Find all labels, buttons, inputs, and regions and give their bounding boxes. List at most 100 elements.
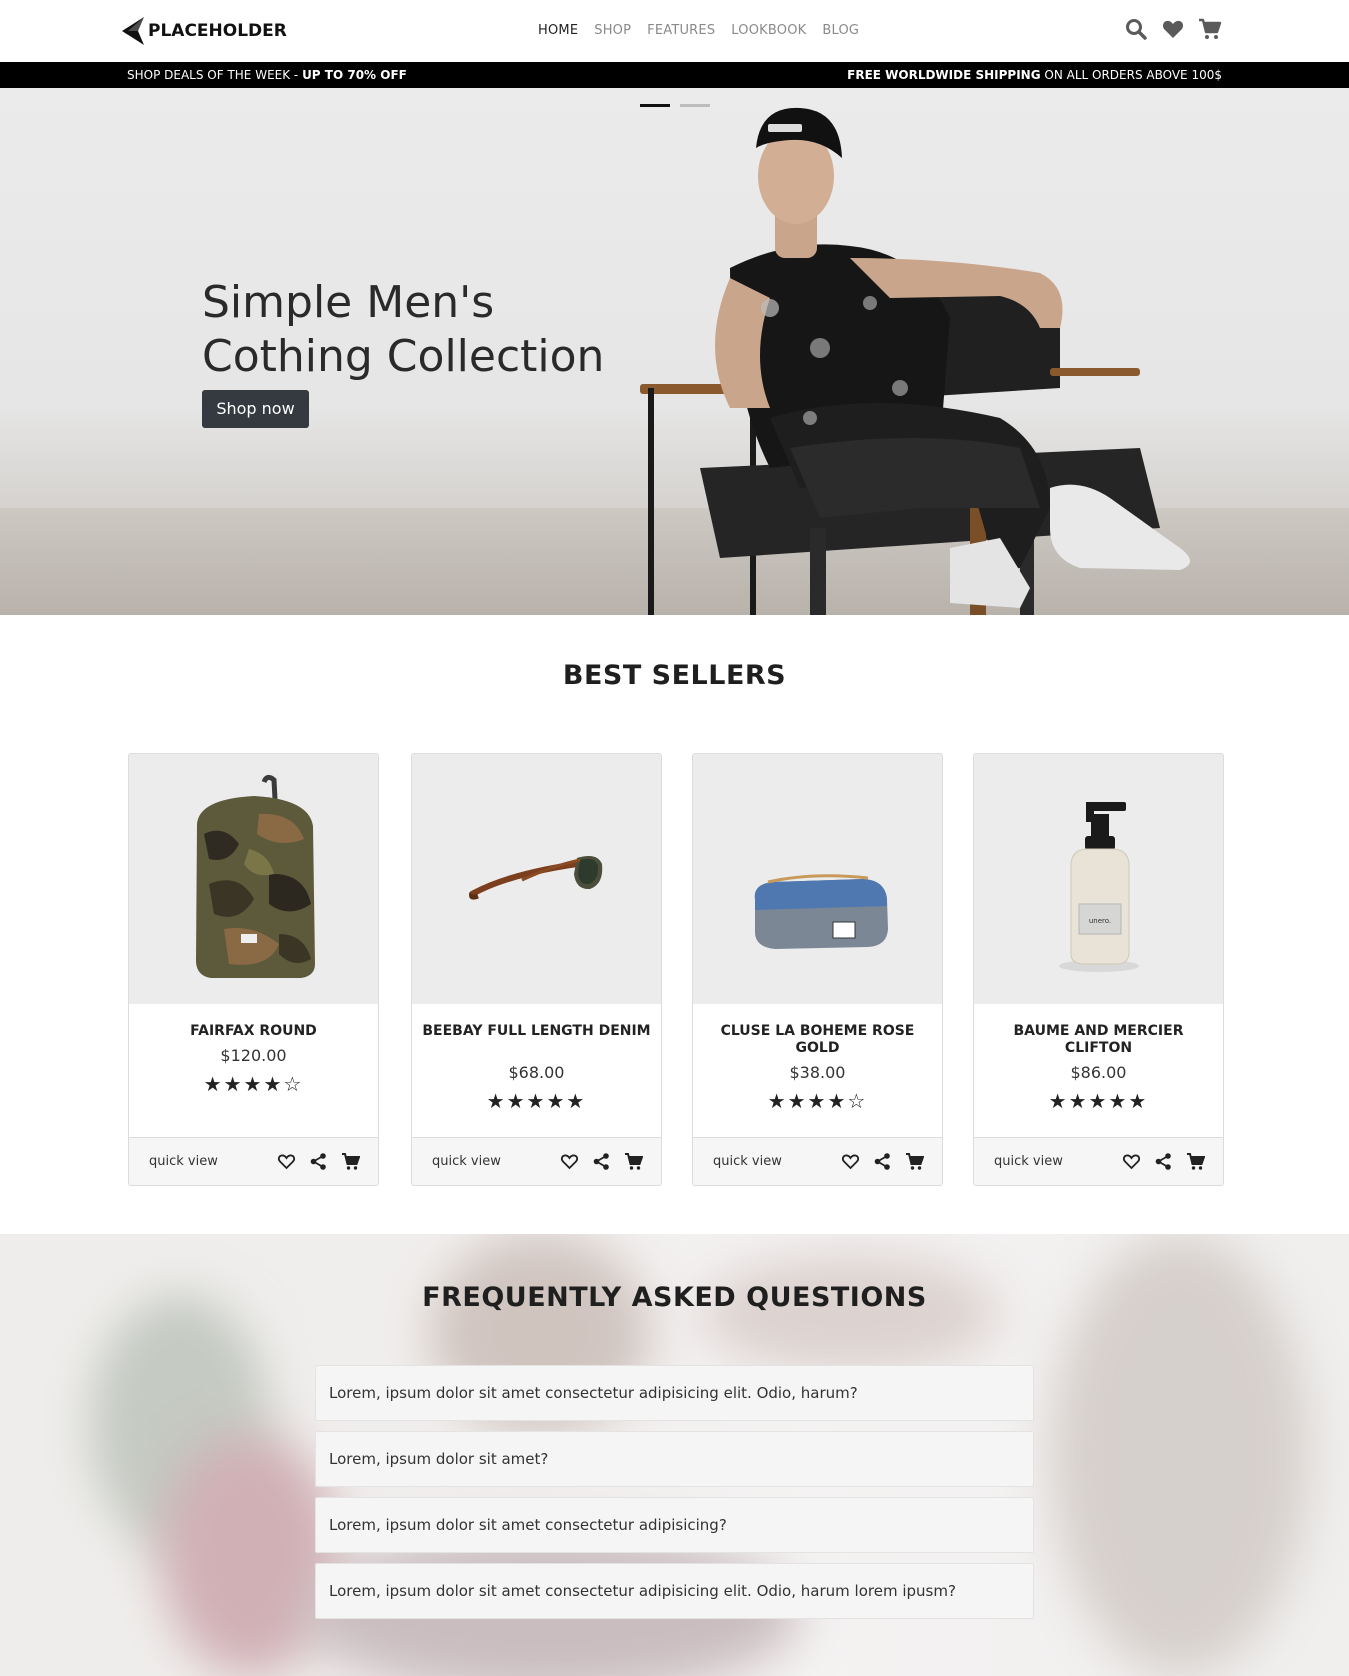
deals-bar: SHOP DEALS OF THE WEEK - UP TO 70% OFF F… (0, 62, 1349, 88)
quick-view-link[interactable]: quick view (994, 1154, 1063, 1169)
star-filled-icon: ★ (506, 1089, 527, 1113)
menu-item-home[interactable]: HOME (538, 23, 578, 38)
slider-indicators (640, 104, 710, 107)
wishlist-heart-icon[interactable] (841, 1152, 860, 1171)
menu-item-lookbook[interactable]: LOOKBOOK (731, 23, 806, 38)
search-icon[interactable] (1124, 17, 1148, 41)
wishlist-heart-icon[interactable] (560, 1152, 579, 1171)
slide-indicator-1[interactable] (640, 104, 670, 107)
quick-view-link[interactable]: quick view (149, 1154, 218, 1169)
product-image[interactable] (693, 754, 942, 1004)
logo-icon (122, 17, 144, 45)
star-filled-icon: ★ (566, 1089, 587, 1113)
quick-view-link[interactable]: quick view (713, 1154, 782, 1169)
add-to-cart-icon[interactable] (624, 1152, 644, 1171)
wishlist-heart-icon[interactable] (1122, 1152, 1141, 1171)
hero-title-line2: Cothing Collection (202, 331, 605, 382)
star-filled-icon: ★ (526, 1089, 547, 1113)
product-name[interactable]: BAUME AND MERCIER CLIFTON (984, 1023, 1213, 1057)
logo[interactable]: PLACEHOLDER (120, 14, 287, 48)
add-to-cart-icon[interactable] (905, 1152, 925, 1171)
soap-dispenser-icon: unero. (1059, 802, 1139, 972)
product-price: $68.00 (508, 1063, 565, 1082)
deals-left-text: SHOP DEALS OF THE WEEK - (127, 68, 303, 82)
faq-section: FREQUENTLY ASKED QUESTIONS Lorem, ipsum … (0, 1234, 1349, 1676)
add-to-cart-icon[interactable] (341, 1152, 361, 1171)
product-card-footer: quick view (412, 1137, 661, 1185)
menu-item-shop[interactable]: SHOP (594, 23, 631, 38)
sunglasses-icon (469, 856, 603, 900)
menu-item-blog[interactable]: BLOG (822, 23, 859, 38)
product-image[interactable] (129, 754, 378, 1004)
product-rating: ★★★★☆ (693, 1089, 942, 1113)
star-filled-icon: ★ (1048, 1089, 1069, 1113)
star-filled-icon: ★ (787, 1089, 808, 1113)
hero-model-image (640, 107, 1190, 615)
product-image[interactable]: unero. (974, 754, 1223, 1004)
faq-question[interactable]: Lorem, ipsum dolor sit amet? (315, 1431, 1034, 1487)
faq-title: FREQUENTLY ASKED QUESTIONS (422, 1282, 927, 1313)
best-sellers-title: BEST SELLERS (562, 660, 787, 691)
star-empty-icon: ☆ (283, 1072, 304, 1096)
star-filled-icon: ★ (767, 1089, 788, 1113)
product-price: $120.00 (220, 1046, 287, 1065)
product-name[interactable]: FAIRFAX ROUND (139, 1023, 368, 1040)
product-card[interactable]: FAIRFAX ROUND $120.00 ★★★★☆ quick view (128, 753, 379, 1186)
share-icon[interactable] (309, 1152, 328, 1171)
product-name[interactable]: CLUSE LA BOHEME ROSE GOLD (703, 1023, 932, 1057)
deals-right-text: ON ALL ORDERS ABOVE 100$ (1040, 68, 1222, 82)
star-filled-icon: ★ (223, 1072, 244, 1096)
star-filled-icon: ★ (1108, 1089, 1129, 1113)
product-card[interactable]: CLUSE LA BOHEME ROSE GOLD $38.00 ★★★★☆ q… (692, 753, 943, 1186)
add-to-cart-icon[interactable] (1186, 1152, 1206, 1171)
faq-question[interactable]: Lorem, ipsum dolor sit amet consectetur … (315, 1365, 1034, 1421)
main-menu: HOME SHOP FEATURES LOOKBOOK BLOG (538, 23, 859, 38)
product-rating: ★★★★★ (412, 1089, 661, 1113)
product-price: $86.00 (1070, 1063, 1127, 1082)
slide-indicator-2[interactable] (680, 104, 710, 107)
star-filled-icon: ★ (807, 1089, 828, 1113)
pencil-case-icon (754, 874, 888, 949)
top-navbar: PLACEHOLDER HOME SHOP FEATURES LOOKBOOK … (0, 0, 1349, 62)
hero-title-line1: Simple Men's (202, 277, 495, 328)
deals-right: FREE WORLDWIDE SHIPPING ON ALL ORDERS AB… (847, 68, 1222, 82)
star-filled-icon: ★ (486, 1089, 507, 1113)
heart-icon[interactable] (1161, 17, 1185, 41)
logo-text: PLACEHOLDER (148, 21, 287, 41)
share-icon[interactable] (592, 1152, 611, 1171)
product-card-footer: quick view (974, 1137, 1223, 1185)
share-icon[interactable] (1154, 1152, 1173, 1171)
star-filled-icon: ★ (1088, 1089, 1109, 1113)
cart-icon[interactable] (1198, 17, 1222, 41)
deals-left: SHOP DEALS OF THE WEEK - UP TO 70% OFF (127, 68, 407, 82)
star-filled-icon: ★ (827, 1089, 848, 1113)
product-rating: ★★★★☆ (129, 1072, 378, 1096)
deals-left-highlight: UP TO 70% OFF (302, 68, 407, 82)
star-empty-icon: ☆ (847, 1089, 868, 1113)
menu-item-features[interactable]: FEATURES (647, 23, 715, 38)
star-filled-icon: ★ (203, 1072, 224, 1096)
wishlist-heart-icon[interactable] (277, 1152, 296, 1171)
star-filled-icon: ★ (243, 1072, 264, 1096)
shop-now-button[interactable]: Shop now (202, 390, 309, 428)
product-card[interactable]: BEEBAY FULL LENGTH DENIM $68.00 ★★★★★ qu… (411, 753, 662, 1186)
star-filled-icon: ★ (1068, 1089, 1089, 1113)
hero-title: Simple Men's Cothing Collection (202, 276, 604, 384)
bottle-label-text: unero. (1089, 917, 1111, 925)
camo-backpack-icon (196, 774, 315, 978)
star-filled-icon: ★ (263, 1072, 284, 1096)
product-name[interactable]: BEEBAY FULL LENGTH DENIM (422, 1023, 651, 1040)
product-image[interactable] (412, 754, 661, 1004)
product-card-footer: quick view (129, 1137, 378, 1185)
star-filled-icon: ★ (546, 1089, 567, 1113)
deals-right-highlight: FREE WORLDWIDE SHIPPING (847, 68, 1041, 82)
product-card[interactable]: unero. BAUME AND MERCIER CLIFTON $86.00 … (973, 753, 1224, 1186)
product-price: $38.00 (789, 1063, 846, 1082)
share-icon[interactable] (873, 1152, 892, 1171)
product-rating: ★★★★★ (974, 1089, 1223, 1113)
nav-icons (1124, 17, 1222, 41)
faq-question[interactable]: Lorem, ipsum dolor sit amet consectetur … (315, 1497, 1034, 1553)
quick-view-link[interactable]: quick view (432, 1154, 501, 1169)
faq-question[interactable]: Lorem, ipsum dolor sit amet consectetur … (315, 1563, 1034, 1619)
product-card-footer: quick view (693, 1137, 942, 1185)
